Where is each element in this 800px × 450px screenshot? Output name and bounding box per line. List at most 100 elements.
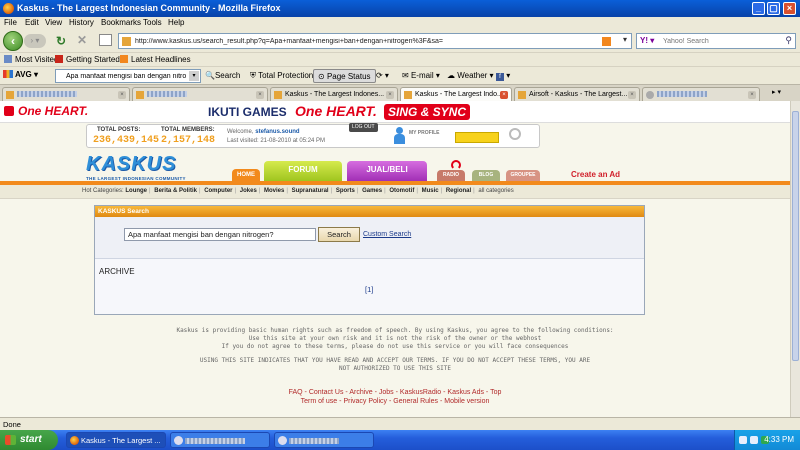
bookmark-getting-started[interactable]: Getting Started: [55, 55, 120, 64]
menu-edit[interactable]: Edit: [25, 18, 39, 27]
tab-redacted-2[interactable]: ×: [132, 87, 268, 102]
window-titlebar[interactable]: Kaskus - The Largest Indonesian Communit…: [0, 0, 800, 17]
refresh-icon[interactable]: ⟳ ▾: [376, 71, 389, 80]
kaskus-search-input[interactable]: [124, 228, 316, 241]
kaskus-search-button[interactable]: Search: [318, 227, 360, 242]
avg-search-input[interactable]: [66, 71, 186, 81]
stop-icon[interactable]: ✕: [77, 33, 87, 47]
chevron-down-icon[interactable]: ▾: [623, 35, 627, 44]
menu-view[interactable]: View: [45, 18, 62, 27]
vertical-scrollbar[interactable]: [790, 101, 800, 417]
facebook-icon[interactable]: f ▾: [496, 71, 510, 81]
clock[interactable]: 4:33 PM: [764, 435, 794, 444]
tab-kaskus-1[interactable]: Kaskus - The Largest Indones... ×: [270, 87, 398, 102]
start-button[interactable]: start: [0, 430, 58, 450]
category-link[interactable]: Sports: [336, 188, 355, 194]
total-protection-button[interactable]: ⛨ Total Protection: [250, 71, 313, 81]
footer-link-top[interactable]: Top: [490, 389, 501, 396]
pagination-link[interactable]: [1]: [365, 285, 373, 294]
tab-redacted-1[interactable]: ×: [2, 87, 130, 102]
category-link[interactable]: Computer: [204, 188, 232, 194]
footer-link-contact[interactable]: Contact Us: [309, 389, 344, 396]
ad-banner[interactable]: One HEART. IKUTI GAMES One HEART. SING &…: [0, 101, 790, 123]
create-ad-link[interactable]: Create an Ad: [571, 170, 620, 179]
nav-groupee[interactable]: GROUPEE: [506, 170, 540, 181]
minimize-button[interactable]: _: [752, 2, 765, 15]
category-link[interactable]: Regional: [446, 188, 471, 194]
tab-airsoft[interactable]: Airsoft - Kaskus - The Largest... ×: [514, 87, 640, 102]
nav-radio[interactable]: RADIO: [437, 170, 465, 181]
footer-link-terms[interactable]: Term of use: [301, 398, 338, 405]
category-link[interactable]: Lounge: [125, 188, 147, 194]
kaskus-logo[interactable]: KASKUS THE LARGEST INDONESIAN COMMUNITY: [86, 153, 186, 181]
close-icon[interactable]: ×: [748, 91, 756, 99]
footer-link-faq[interactable]: FAQ: [289, 389, 303, 396]
home-icon[interactable]: [99, 34, 112, 46]
search-icon[interactable]: [509, 128, 521, 140]
menu-file[interactable]: File: [4, 18, 17, 27]
footer-link-jobs[interactable]: Jobs: [379, 389, 394, 396]
back-button[interactable]: ‹: [3, 31, 23, 51]
chevron-down-icon[interactable]: ▾: [189, 71, 199, 81]
avg-search-box[interactable]: ▾: [55, 69, 201, 83]
nav-home[interactable]: HOME: [232, 169, 260, 181]
weather-button[interactable]: ☁ Weather ▾: [447, 71, 494, 80]
nav-jual-beli[interactable]: JUAL/BELI: [347, 161, 427, 181]
footer-link-archive[interactable]: Archive: [349, 389, 372, 396]
taskbar-window-redacted-1[interactable]: [170, 432, 270, 448]
tab-kaskus-active[interactable]: Kaskus - The Largest Indo... ×: [400, 87, 512, 102]
search-icon[interactable]: ⚲: [785, 35, 792, 46]
custom-search-link[interactable]: Custom Search: [363, 231, 411, 238]
email-button[interactable]: ✉ E-mail ▾: [402, 71, 440, 80]
footer-link-privacy[interactable]: Privacy Policy: [343, 398, 387, 405]
maximize-button[interactable]: ▢: [767, 2, 780, 15]
username-link[interactable]: stefanus.sound: [255, 129, 299, 135]
rss-icon[interactable]: [602, 37, 611, 46]
web-search-box[interactable]: Y! ▾ ⚲: [636, 33, 796, 49]
category-link[interactable]: Jokes: [240, 188, 257, 194]
close-icon[interactable]: ×: [256, 91, 264, 99]
menu-bookmarks[interactable]: Bookmarks: [101, 18, 141, 27]
web-search-input[interactable]: [663, 35, 781, 47]
yahoo-icon[interactable]: Y! ▾: [640, 36, 654, 45]
category-link[interactable]: Berita & Politik: [154, 188, 197, 194]
avg-logo[interactable]: AVG ▾: [3, 70, 38, 79]
tab-redacted-3[interactable]: ×: [642, 87, 760, 102]
category-link[interactable]: Games: [362, 188, 382, 194]
page-status-button[interactable]: ⊙ Page Status: [313, 69, 376, 83]
bookmark-most-visited[interactable]: Most Visited: [4, 55, 58, 64]
nav-blog[interactable]: BLOG: [472, 170, 500, 181]
reload-icon[interactable]: ↻: [56, 34, 66, 48]
logout-button[interactable]: LOG OUT: [349, 123, 378, 132]
taskbar-window-firefox[interactable]: Kaskus - The Largest ...: [66, 432, 166, 448]
category-link[interactable]: Otomotif: [389, 188, 414, 194]
forward-button[interactable]: › ▾: [24, 34, 46, 48]
scrollbar-thumb[interactable]: [792, 111, 799, 361]
profile-icon[interactable]: [393, 127, 405, 145]
close-icon[interactable]: ×: [628, 91, 636, 99]
footer-link-ads[interactable]: Kaskus Ads: [447, 389, 484, 396]
close-icon[interactable]: ×: [500, 91, 508, 99]
footer-link-mobile[interactable]: Mobile version: [444, 398, 489, 405]
category-link[interactable]: Movies: [264, 188, 284, 194]
menu-history[interactable]: History: [69, 18, 94, 27]
footer-link-radio[interactable]: KaskusRadio: [400, 389, 441, 396]
url-bar[interactable]: ▾: [118, 33, 632, 49]
avg-search-button[interactable]: 🔍Search: [205, 71, 240, 80]
category-link[interactable]: Supranatural: [292, 188, 329, 194]
volume-icon[interactable]: [750, 436, 758, 444]
nav-forum[interactable]: FORUM: [264, 161, 342, 181]
my-profile-link[interactable]: MY PROFILE: [409, 130, 439, 136]
category-link[interactable]: Music: [422, 188, 439, 194]
header-search-input[interactable]: [455, 132, 499, 143]
menu-tools[interactable]: Tools: [143, 18, 162, 27]
footer-link-rules[interactable]: General Rules: [393, 398, 438, 405]
tab-scroll-arrows[interactable]: ▸ ▾: [772, 88, 781, 96]
url-input[interactable]: [135, 35, 605, 47]
taskbar-window-redacted-2[interactable]: [274, 432, 374, 448]
close-icon[interactable]: ×: [386, 91, 394, 99]
bookmark-latest-headlines[interactable]: Latest Headlines: [120, 55, 191, 64]
menu-help[interactable]: Help: [168, 18, 184, 27]
close-icon[interactable]: ×: [118, 91, 126, 99]
network-icon[interactable]: [739, 436, 747, 444]
